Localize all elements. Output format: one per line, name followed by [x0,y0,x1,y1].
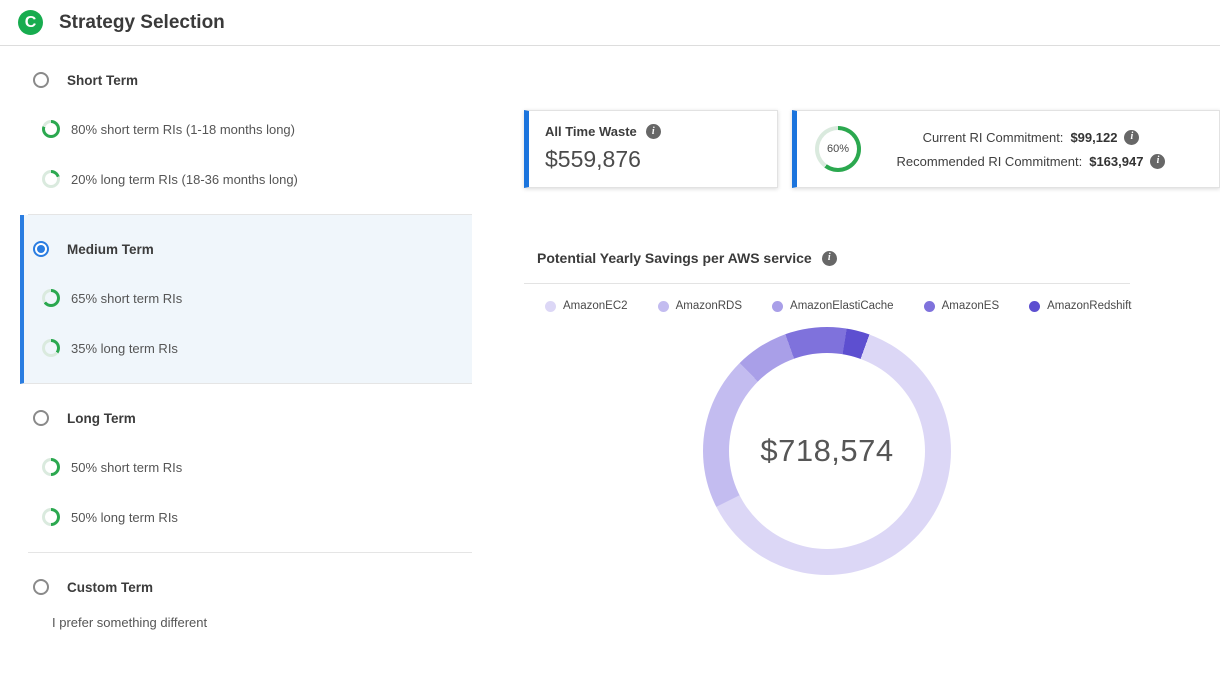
chart-title: Potential Yearly Savings per AWS service [537,250,812,266]
strategy-header-custom-term[interactable]: Custom Term [33,579,472,595]
option-label: 35% long term RIs [71,341,178,356]
radio-long-term[interactable] [33,410,49,426]
commitment-lines: Current RI Commitment: $99,122 Recommend… [861,130,1201,169]
legend-label: AmazonRedshift [1047,300,1131,312]
card-title-row: All Time Waste [545,124,761,139]
option-label: 65% short term RIs [71,291,182,306]
chart-title-row: Potential Yearly Savings per AWS service [537,250,837,266]
ring-hole [45,123,57,135]
legend-dot-icon [1029,301,1040,312]
strategy-section-long-term[interactable]: Long Term 50% short term RIs 50% long te… [28,384,472,553]
commitment-gauge-icon: 60% [815,126,861,172]
radio-short-term[interactable] [33,72,49,88]
strategy-label: Long Term [67,411,136,426]
strategy-option: 65% short term RIs [42,289,472,307]
info-icon[interactable] [646,124,661,139]
ring-hole [45,511,57,523]
ring-hole [45,292,57,304]
legend-item[interactable]: AmazonEC2 [545,300,628,312]
info-icon[interactable] [1150,154,1165,169]
progress-ring-icon [42,170,60,188]
header: C Strategy Selection [0,0,1220,46]
legend-dot-icon [545,301,556,312]
strategy-label: Medium Term [67,242,154,257]
ri-commitment-card: 60% Current RI Commitment: $99,122 Recom… [792,110,1220,188]
progress-ring-icon [42,508,60,526]
all-time-waste-card: All Time Waste $559,876 [524,110,778,188]
donut-center-value: $718,574 [760,433,893,469]
legend-label: AmazonElastiCache [790,300,894,312]
app-logo-icon: C [18,10,43,35]
ring-hole [45,461,57,473]
current-commitment-line: Current RI Commitment: $99,122 [923,130,1140,145]
progress-ring-icon [42,458,60,476]
strategy-option: 50% short term RIs [42,458,472,476]
legend-item[interactable]: AmazonRDS [658,300,742,312]
gauge-percent: 60% [827,143,849,155]
strategy-section-short-term[interactable]: Short Term 80% short term RIs (1-18 mont… [28,46,472,215]
strategy-option: 35% long term RIs [42,339,472,357]
current-commitment-label: Current RI Commitment: [923,130,1064,145]
option-label: 50% short term RIs [71,460,182,475]
savings-donut[interactable]: $718,574 [703,327,951,575]
logo-letter: C [25,14,37,32]
radio-medium-term[interactable] [33,241,49,257]
legend-item[interactable]: AmazonES [924,300,1000,312]
legend-dot-icon [772,301,783,312]
all-time-waste-value: $559,876 [545,146,761,173]
strategy-list: Short Term 80% short term RIs (1-18 mont… [28,46,472,660]
page-title: Strategy Selection [59,12,225,34]
info-icon[interactable] [1124,130,1139,145]
strategy-section-custom-term[interactable]: Custom Term I prefer something different [28,553,472,660]
legend-label: AmazonES [942,300,1000,312]
recommended-commitment-value: $163,947 [1089,154,1143,169]
progress-ring-icon [42,289,60,307]
legend-label: AmazonRDS [676,300,742,312]
current-commitment-value: $99,122 [1070,130,1117,145]
strategy-section-medium-term[interactable]: Medium Term 65% short term RIs 35% long … [20,215,472,384]
strategy-option: 80% short term RIs (1-18 months long) [42,120,472,138]
strategy-header-medium-term[interactable]: Medium Term [33,241,472,257]
strategy-label: Custom Term [67,580,153,595]
strategy-header-short-term[interactable]: Short Term [33,72,472,88]
strategy-label: Short Term [67,73,138,88]
divider [524,283,1130,284]
option-label: 50% long term RIs [71,510,178,525]
recommended-commitment-label: Recommended RI Commitment: [897,154,1083,169]
ring-hole [45,173,57,185]
recommended-commitment-line: Recommended RI Commitment: $163,947 [897,154,1166,169]
chart-legend: AmazonEC2 AmazonRDS AmazonElastiCache Amazo… [545,300,1132,312]
strategy-option: 50% long term RIs [42,508,472,526]
legend-item[interactable]: AmazonRedshift [1029,300,1131,312]
strategy-option: 20% long term RIs (18-36 months long) [42,170,472,188]
progress-ring-icon [42,120,60,138]
donut-hole: $718,574 [729,353,925,549]
ring-hole [45,342,57,354]
option-label: 80% short term RIs (1-18 months long) [71,122,295,137]
custom-term-description: I prefer something different [52,615,472,630]
gauge-hole: 60% [819,130,857,168]
info-icon[interactable] [822,251,837,266]
legend-dot-icon [924,301,935,312]
radio-custom-term[interactable] [33,579,49,595]
option-label: 20% long term RIs (18-36 months long) [71,172,298,187]
legend-dot-icon [658,301,669,312]
progress-ring-icon [42,339,60,357]
strategy-header-long-term[interactable]: Long Term [33,410,472,426]
legend-item[interactable]: AmazonElastiCache [772,300,894,312]
legend-label: AmazonEC2 [563,300,628,312]
card-title: All Time Waste [545,124,637,139]
